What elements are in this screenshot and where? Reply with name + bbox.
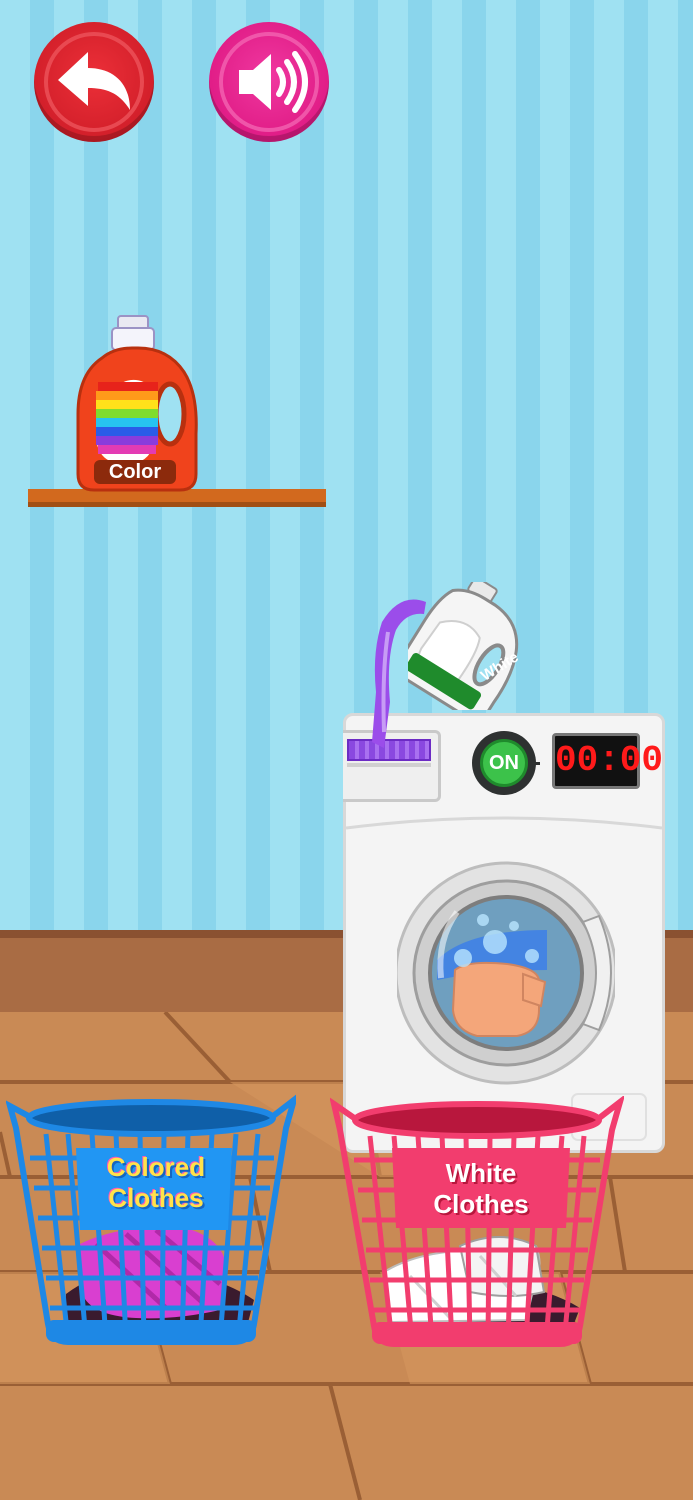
color-detergent-bottle[interactable]: Color [72,314,200,492]
colored-clothes-basket[interactable]: Colored Clothes [6,1094,296,1346]
power-button-label: ON [480,739,528,787]
back-arrow-icon [44,32,144,132]
back-button[interactable] [34,22,154,142]
speaker-icon [219,32,319,132]
white-label-line1: White [445,1158,517,1188]
colored-clothes-label: Colored Clothes [76,1152,236,1214]
power-button[interactable]: ON [472,731,536,795]
sound-button[interactable] [209,22,329,142]
detergent-stream [360,592,430,752]
power-indicator-line [528,762,540,765]
colored-label-line1: Colored [106,1152,206,1182]
game-scene: Color ON 00:00 White Colored Clothes Whi… [0,0,693,1500]
white-clothes-label: White Clothes [396,1158,566,1220]
white-label-line2: Clothes [433,1189,529,1220]
colored-label-line2: Clothes [108,1183,204,1214]
timer-display: 00:00 [552,733,663,789]
washer-door[interactable] [397,860,615,1086]
white-clothes-basket[interactable]: White Clothes [330,1096,624,1348]
color-bottle-label: Color [108,461,162,483]
